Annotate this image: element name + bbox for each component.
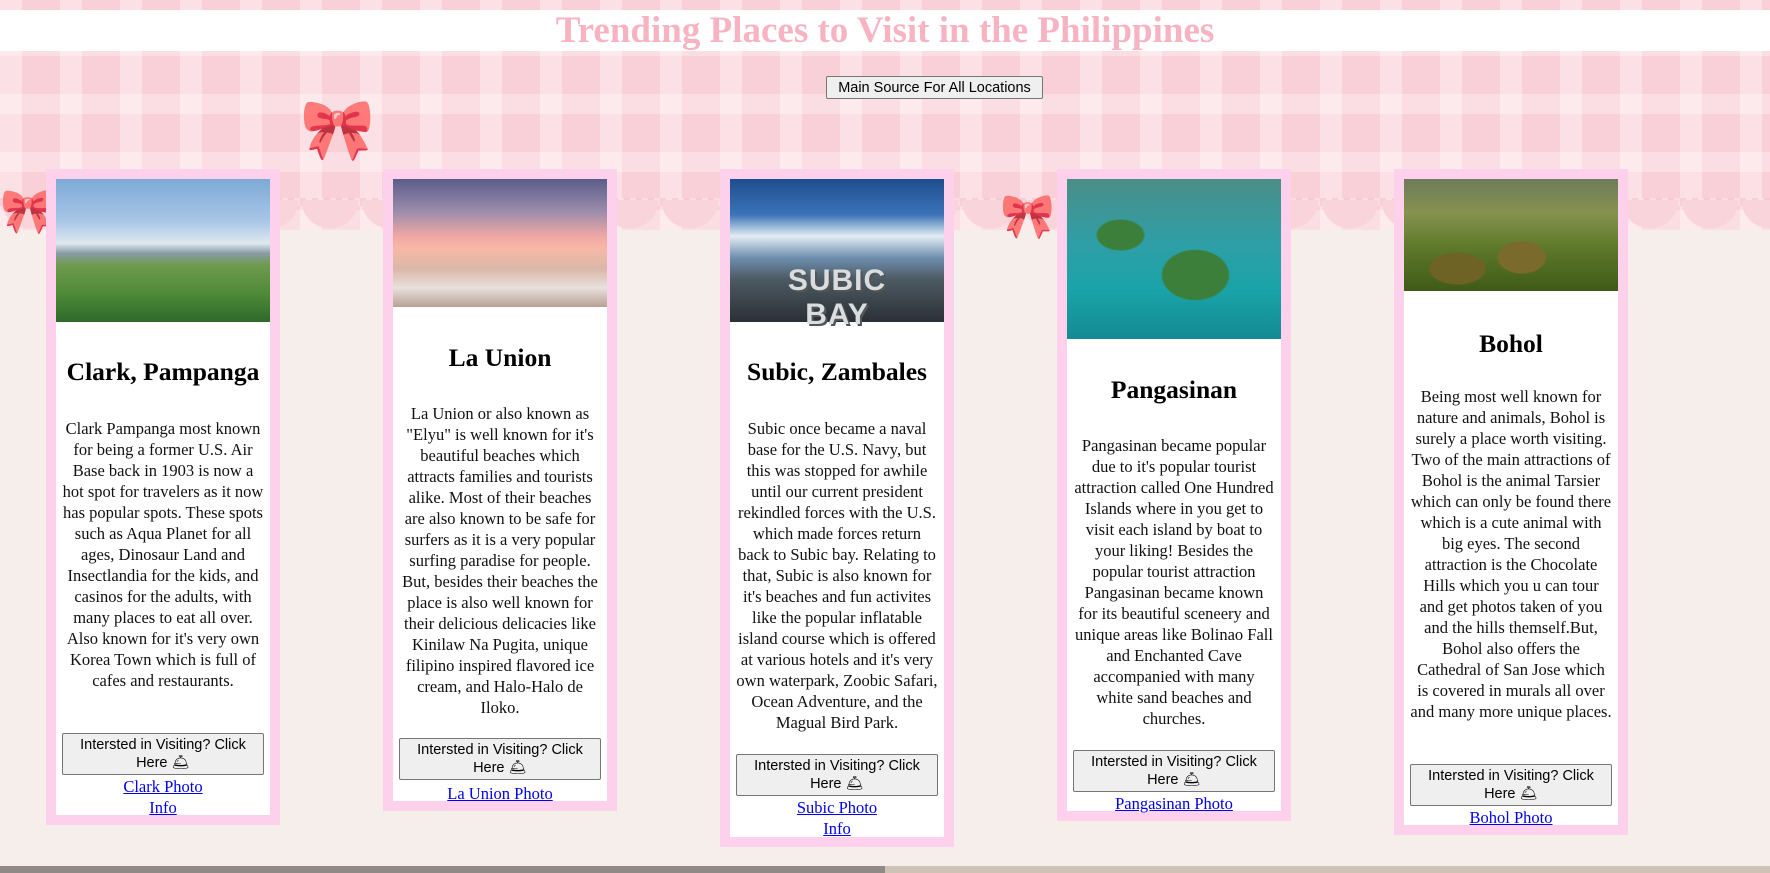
ribbon-bow-decoration: 🎀	[1000, 192, 1055, 241]
location-card-la-union: La Union La Union or also known as "Elyu…	[383, 169, 617, 811]
card-description: Being most well known for nature and ani…	[1410, 387, 1612, 721]
card-description: Pangasinan became popular due to it's po…	[1074, 436, 1274, 728]
subic-photo: SUBIC BAY	[730, 179, 944, 331]
card-title: Pangasinan	[1110, 375, 1238, 404]
pangasinan-photo	[1067, 179, 1281, 339]
location-card-subic: SUBIC BAY Subic, Zambales Subic once bec…	[720, 169, 954, 847]
info-link[interactable]: Info	[56, 797, 270, 818]
photo-link[interactable]: La Union Photo	[393, 783, 607, 804]
location-card-pangasinan: Pangasinan Pangasinan became popular due…	[1057, 169, 1291, 821]
card-description: La Union or also known as "Elyu" is well…	[402, 404, 598, 717]
visit-button[interactable]: Intersted in Visiting? Click Here 🛎	[1410, 764, 1612, 806]
visit-button[interactable]: Intersted in Visiting? Click Here 🛎	[1073, 750, 1275, 792]
card-description: Subic once became a naval base for the U…	[736, 419, 938, 732]
photo-link[interactable]: Subic Photo	[730, 797, 944, 818]
visit-button[interactable]: Intersted in Visiting? Click Here 🛎	[399, 738, 601, 780]
location-card-bohol: Bohol Being most well known for nature a…	[1394, 169, 1628, 835]
photo-link[interactable]: Clark Photo	[56, 776, 270, 797]
subic-bay-sign: SUBIC BAY	[787, 264, 887, 331]
background-bottom-strip	[0, 866, 1770, 873]
bohol-photo	[1404, 179, 1618, 291]
card-title: Clark, Pampanga	[66, 357, 260, 386]
card-title: Subic, Zambales	[747, 357, 927, 386]
visit-button[interactable]: Intersted in Visiting? Click Here 🛎	[736, 754, 938, 796]
main-source-button[interactable]: Main Source For All Locations	[826, 76, 1043, 99]
card-description: Clark Pampanga most known for being a fo…	[62, 419, 264, 690]
ribbon-bow-decoration: 🎀	[300, 97, 375, 163]
clark-photo	[56, 179, 270, 322]
info-link[interactable]: Info	[730, 818, 944, 839]
page-title: Trending Places to Visit in the Philippi…	[555, 10, 1215, 51]
photo-link[interactable]: Bohol Photo	[1404, 807, 1618, 828]
photo-link[interactable]: Pangasinan Photo	[1067, 793, 1281, 814]
card-title: La Union	[448, 343, 552, 372]
card-title: Bohol	[1479, 329, 1543, 358]
visit-button[interactable]: Intersted in Visiting? Click Here 🛎	[62, 733, 264, 775]
location-card-clark: Clark, Pampanga Clark Pampanga most know…	[46, 169, 280, 825]
la-union-photo	[393, 179, 607, 307]
